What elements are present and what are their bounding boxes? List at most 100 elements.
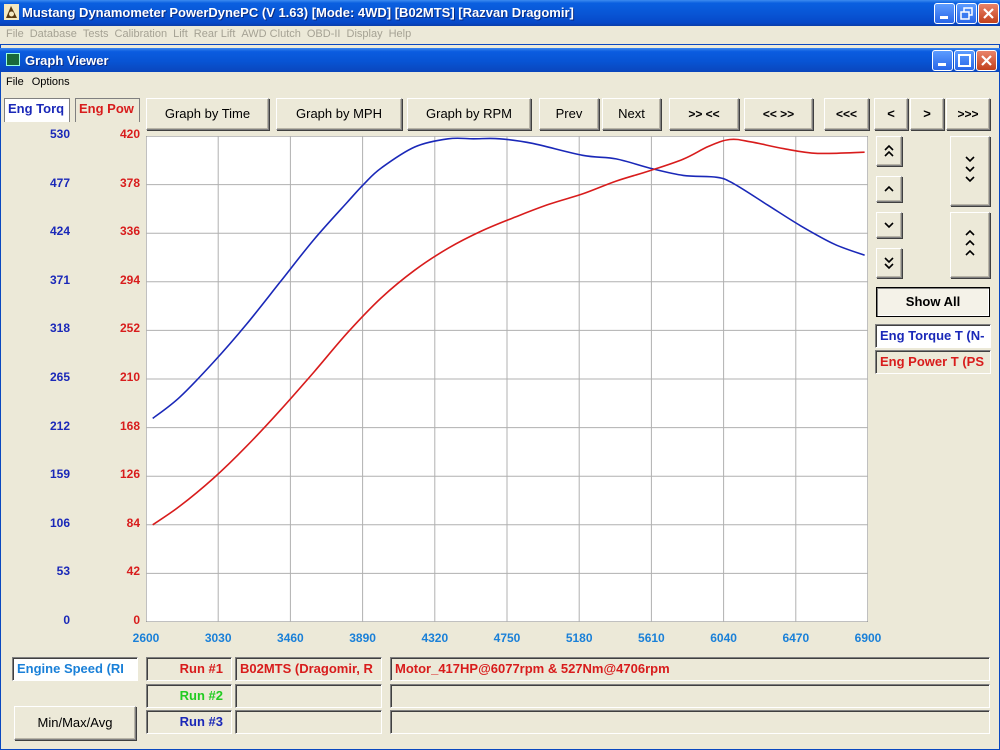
right-tick-label: 378	[119, 175, 140, 190]
scroll-up-button[interactable]	[876, 176, 902, 202]
viewer-menu-file[interactable]: File	[6, 73, 24, 92]
run-3-text: Run #3	[179, 714, 223, 729]
left-tick-label: 477	[49, 175, 70, 190]
x-axis-channel-field[interactable]: Engine Speed (RI	[12, 657, 138, 681]
left-tick-label: 212	[49, 418, 70, 433]
zoom-in-button[interactable]: >> <<	[669, 98, 739, 130]
graph-viewer-menu-bar: File Options	[0, 73, 1000, 92]
close-icon	[983, 8, 994, 19]
run-2-note	[390, 684, 990, 708]
run-2-text: Run #2	[179, 688, 223, 703]
menu-file[interactable]: File	[6, 26, 24, 43]
app-menu-bar: File Database Tests Calibration Lift Rear Lif…	[0, 26, 1000, 43]
viewer-menu-options[interactable]: Options	[32, 73, 70, 92]
run-2-vehicle	[235, 684, 382, 708]
x-tick-label: 6470	[782, 631, 810, 645]
x-tick-label: 6900	[854, 631, 882, 645]
left-tick-label: 159	[49, 467, 70, 482]
right-tick-label: 0	[133, 613, 140, 627]
app-title-bar: Mustang Dynamometer PowerDynePC (V 1.63)…	[0, 0, 1000, 26]
run-3-note	[390, 710, 990, 734]
right-tick-label: 420	[119, 127, 140, 141]
legend-power[interactable]: Eng Power T (PS	[875, 350, 991, 374]
viewer-maximize-button[interactable]	[954, 50, 975, 71]
minimize-icon	[938, 63, 946, 66]
run-3-label: Run #3	[146, 710, 232, 734]
menu-display[interactable]: Display	[347, 26, 383, 43]
dyno-app-icon	[4, 4, 19, 20]
triple-chevron-up-icon	[965, 229, 975, 256]
right-tick-label: 168	[119, 418, 140, 433]
menu-rear-lift[interactable]: Rear Lift	[194, 26, 236, 43]
legend-torque[interactable]: Eng Torque T (N-	[875, 324, 991, 348]
menu-awd-clutch[interactable]: AWD Clutch	[241, 26, 301, 43]
graph-by-rpm-button[interactable]: Graph by RPM	[407, 98, 531, 130]
right-tick-label: 336	[119, 224, 140, 239]
run-1-label: Run #1	[146, 657, 232, 681]
scroll-far-right-button[interactable]: >>>	[946, 98, 990, 130]
right-tick-label: 42	[126, 564, 140, 579]
x-tick-label: 3460	[277, 631, 304, 645]
x-tick-label: 2600	[132, 631, 160, 645]
left-tick-label: 318	[49, 321, 70, 336]
graph-viewer-title-bar: Graph Viewer	[0, 48, 1000, 72]
app-minimize-button[interactable]	[934, 3, 955, 24]
show-all-button[interactable]: Show All	[876, 287, 990, 317]
viewer-close-button[interactable]	[976, 50, 997, 71]
scroll-far-left-button[interactable]: <<<	[824, 98, 869, 130]
left-tick-label: 53	[56, 564, 70, 579]
chevron-up-icon	[884, 185, 894, 192]
run-2-label: Run #2	[146, 684, 232, 708]
x-tick-label: 4320	[421, 631, 449, 645]
run-1-vehicle: B02MTS (Dragomir, R	[235, 657, 382, 681]
compress-y-button[interactable]	[950, 212, 990, 278]
min-max-avg-button[interactable]: Min/Max/Avg	[14, 706, 136, 740]
graph-viewer-title: Graph Viewer	[25, 53, 109, 68]
x-tick-label: 4750	[493, 631, 521, 645]
right-tick-label: 126	[119, 467, 140, 482]
viewer-minimize-button[interactable]	[932, 50, 953, 71]
left-tick-label: 265	[49, 370, 70, 384]
graph-by-mph-button[interactable]: Graph by MPH	[276, 98, 402, 130]
run-1-note: Motor_417HP@6077rpm & 527Nm@4706rpm	[390, 657, 990, 681]
graph-window-icon	[6, 53, 20, 66]
double-chevron-up-icon	[884, 144, 894, 157]
zoom-out-button[interactable]: << >>	[744, 98, 813, 130]
left-tick-label: 530	[49, 127, 70, 141]
menu-tests[interactable]: Tests	[83, 26, 109, 43]
expand-y-button[interactable]	[950, 136, 990, 206]
triple-chevron-down-icon	[965, 156, 975, 183]
scroll-down-button[interactable]	[876, 212, 902, 238]
prev-button[interactable]: Prev	[539, 98, 599, 130]
chevron-down-icon	[884, 222, 894, 229]
next-button[interactable]: Next	[602, 98, 661, 130]
menu-lift[interactable]: Lift	[173, 26, 188, 43]
left-tick-label: 371	[49, 272, 70, 287]
x-tick-label: 6040	[710, 631, 737, 645]
right-tick-label: 84	[126, 515, 140, 530]
run-1-text: Run #1	[179, 661, 223, 676]
x-tick-label: 3890	[349, 631, 376, 645]
app-close-button[interactable]	[978, 3, 999, 24]
scroll-left-button[interactable]: <	[874, 98, 908, 130]
menu-help[interactable]: Help	[389, 26, 412, 43]
scroll-top-button[interactable]	[876, 136, 902, 166]
scroll-bottom-button[interactable]	[876, 248, 902, 278]
menu-obd-ii[interactable]: OBD-II	[307, 26, 341, 43]
x-tick-label: 3030	[204, 631, 232, 645]
left-tick-label: 106	[49, 515, 70, 530]
maximize-icon	[958, 54, 971, 67]
double-chevron-down-icon	[884, 257, 894, 270]
dyno-graph[interactable]	[146, 136, 868, 622]
app-restore-button[interactable]	[956, 3, 977, 24]
restore-icon	[960, 7, 973, 20]
right-tick-label: 210	[119, 370, 140, 384]
menu-database[interactable]: Database	[30, 26, 77, 43]
tab-eng-power[interactable]: Eng Pow	[75, 98, 140, 122]
menu-calibration[interactable]: Calibration	[115, 26, 168, 43]
scroll-right-button[interactable]: >	[910, 98, 944, 130]
graph-by-time-button[interactable]: Graph by Time	[146, 98, 269, 130]
left-tick-label: 0	[63, 613, 70, 627]
app-title: Mustang Dynamometer PowerDynePC (V 1.63)…	[22, 5, 574, 20]
tab-eng-torque[interactable]: Eng Torq	[4, 98, 70, 122]
